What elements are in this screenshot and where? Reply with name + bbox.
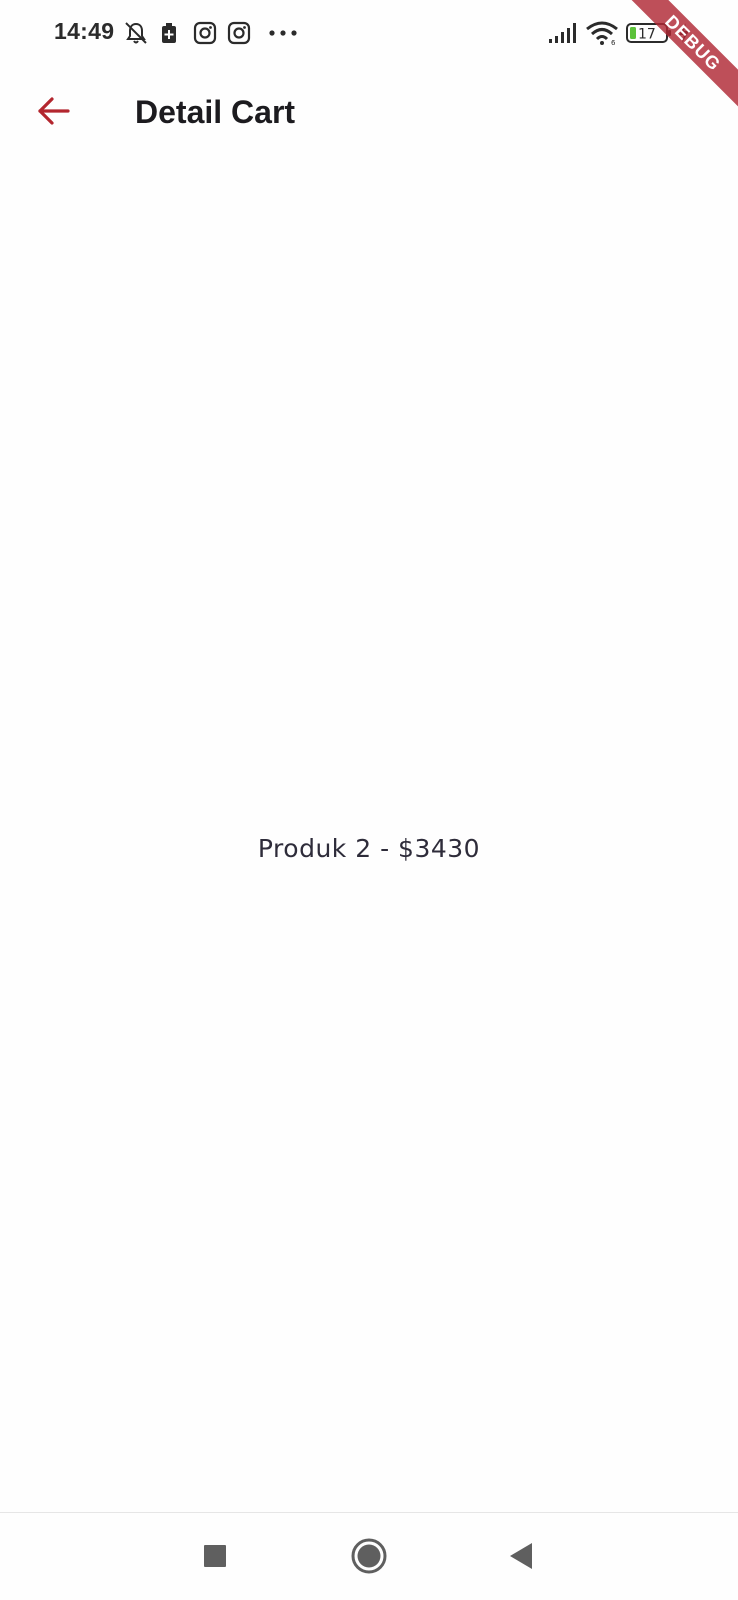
nav-back-button[interactable] xyxy=(496,1531,546,1581)
recents-square-icon xyxy=(204,1545,226,1567)
battery-saver-icon xyxy=(160,20,178,46)
svg-text:6: 6 xyxy=(611,39,616,46)
status-time: 14:49 xyxy=(54,18,115,44)
more-dots-icon xyxy=(268,20,298,46)
status-bar: 14:49 6 17 xyxy=(0,0,738,66)
cart-item-text: Produk 2 - $3430 xyxy=(257,833,481,863)
wifi-icon: 6 xyxy=(585,20,619,46)
home-button[interactable] xyxy=(344,1531,394,1581)
page-title: Detail Cart xyxy=(135,94,296,130)
system-nav-bar xyxy=(0,1512,738,1600)
recents-button[interactable] xyxy=(190,1531,240,1581)
bell-off-icon xyxy=(123,20,149,46)
battery-level: 17 xyxy=(638,27,656,43)
cart-content: Produk 2 - $3430 xyxy=(0,166,738,1512)
instagram-icon xyxy=(193,20,217,46)
instagram-icon xyxy=(227,20,251,46)
signal-icon xyxy=(548,20,578,46)
arrow-left-icon xyxy=(38,97,70,125)
app-screen: 14:49 6 17 DEBUG Detail Cart Produk 2 - … xyxy=(0,0,738,1600)
back-button[interactable] xyxy=(28,86,78,136)
app-bar: Detail Cart xyxy=(0,66,738,166)
back-triangle-icon xyxy=(510,1543,532,1569)
battery-icon: 17 xyxy=(626,20,674,46)
home-circle-icon xyxy=(351,1538,387,1574)
charging-bolt-icon xyxy=(676,20,692,46)
